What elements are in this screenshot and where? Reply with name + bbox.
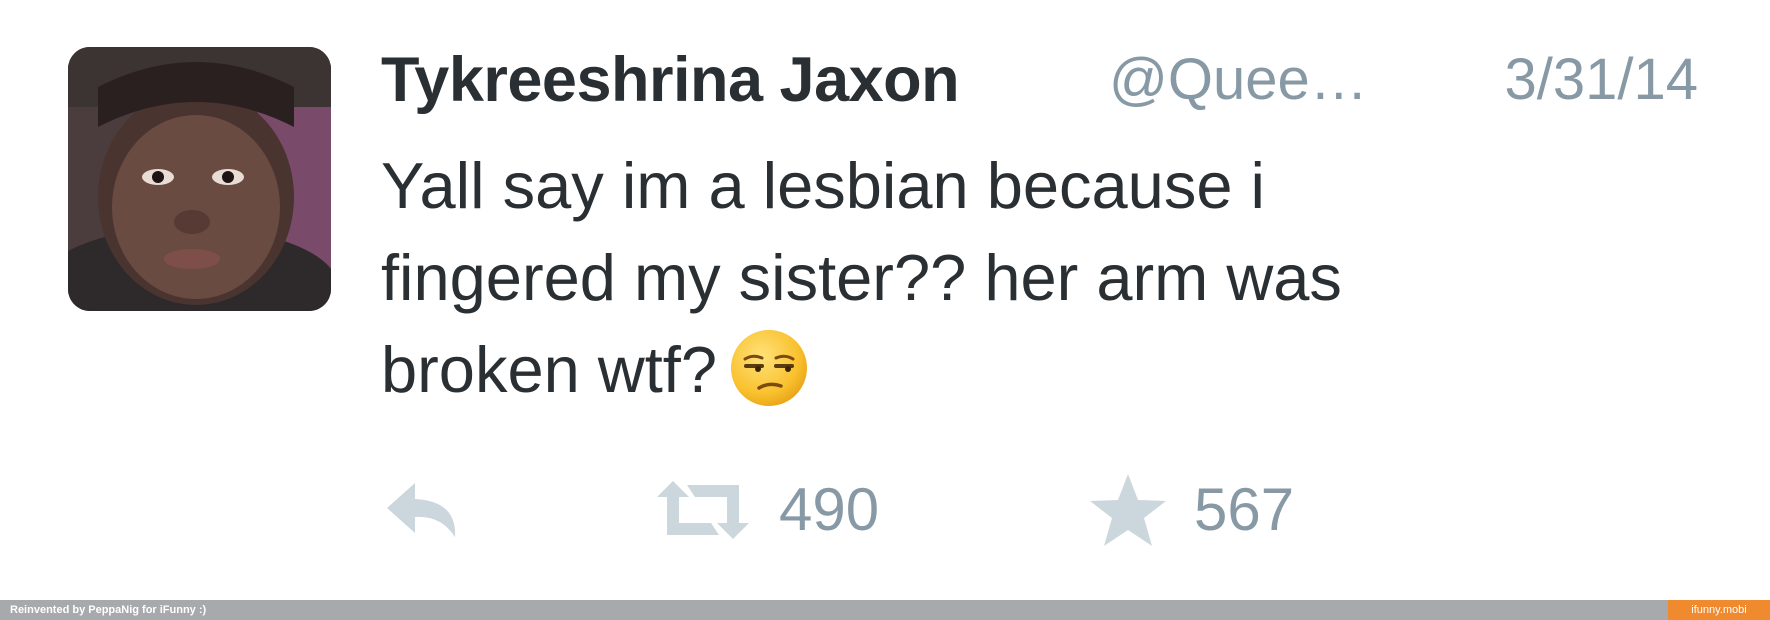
tweet-screenshot: Tykreeshrina Jaxon @Quee… 3/31/14 Yall s… <box>0 0 1770 620</box>
unamused-face-emoji <box>729 328 809 432</box>
favorite-button[interactable]: 567 <box>1088 470 1294 550</box>
tweet-text-line-3-text: broken wtf? <box>381 333 718 406</box>
tweet-text: Yall say im a lesbian because i fingered… <box>381 140 1581 432</box>
tweet-text-line-2: fingered my sister?? her arm was <box>381 241 1342 314</box>
tweet-header: Tykreeshrina Jaxon @Quee… 3/31/14 <box>381 40 1711 120</box>
reply-button[interactable] <box>385 470 463 550</box>
author-handle[interactable]: @Quee… <box>1109 40 1368 120</box>
ifunny-brand[interactable]: ifunny.mobi <box>1668 600 1770 620</box>
profile-photo <box>68 47 331 311</box>
avatar[interactable] <box>68 47 331 311</box>
retweet-count: 490 <box>779 476 880 543</box>
star-icon <box>1090 474 1166 546</box>
tweet-text-line-3: broken wtf? <box>381 324 1581 432</box>
favorite-count: 567 <box>1194 476 1295 543</box>
watermark-credit: Reinvented by PeppaNig for iFunny :) <box>10 604 207 616</box>
watermark-bar: Reinvented by PeppaNig for iFunny :) ifu… <box>0 600 1770 620</box>
tweet-actions: 490 567 <box>381 470 1381 550</box>
author-name[interactable]: Tykreeshrina Jaxon <box>381 40 960 120</box>
tweet-text-line-1: Yall say im a lesbian because i <box>381 149 1265 222</box>
retweet-icon <box>657 481 749 539</box>
retweet-button[interactable]: 490 <box>653 470 879 550</box>
tweet-date[interactable]: 3/31/14 <box>1504 40 1698 120</box>
reply-icon <box>387 483 456 537</box>
